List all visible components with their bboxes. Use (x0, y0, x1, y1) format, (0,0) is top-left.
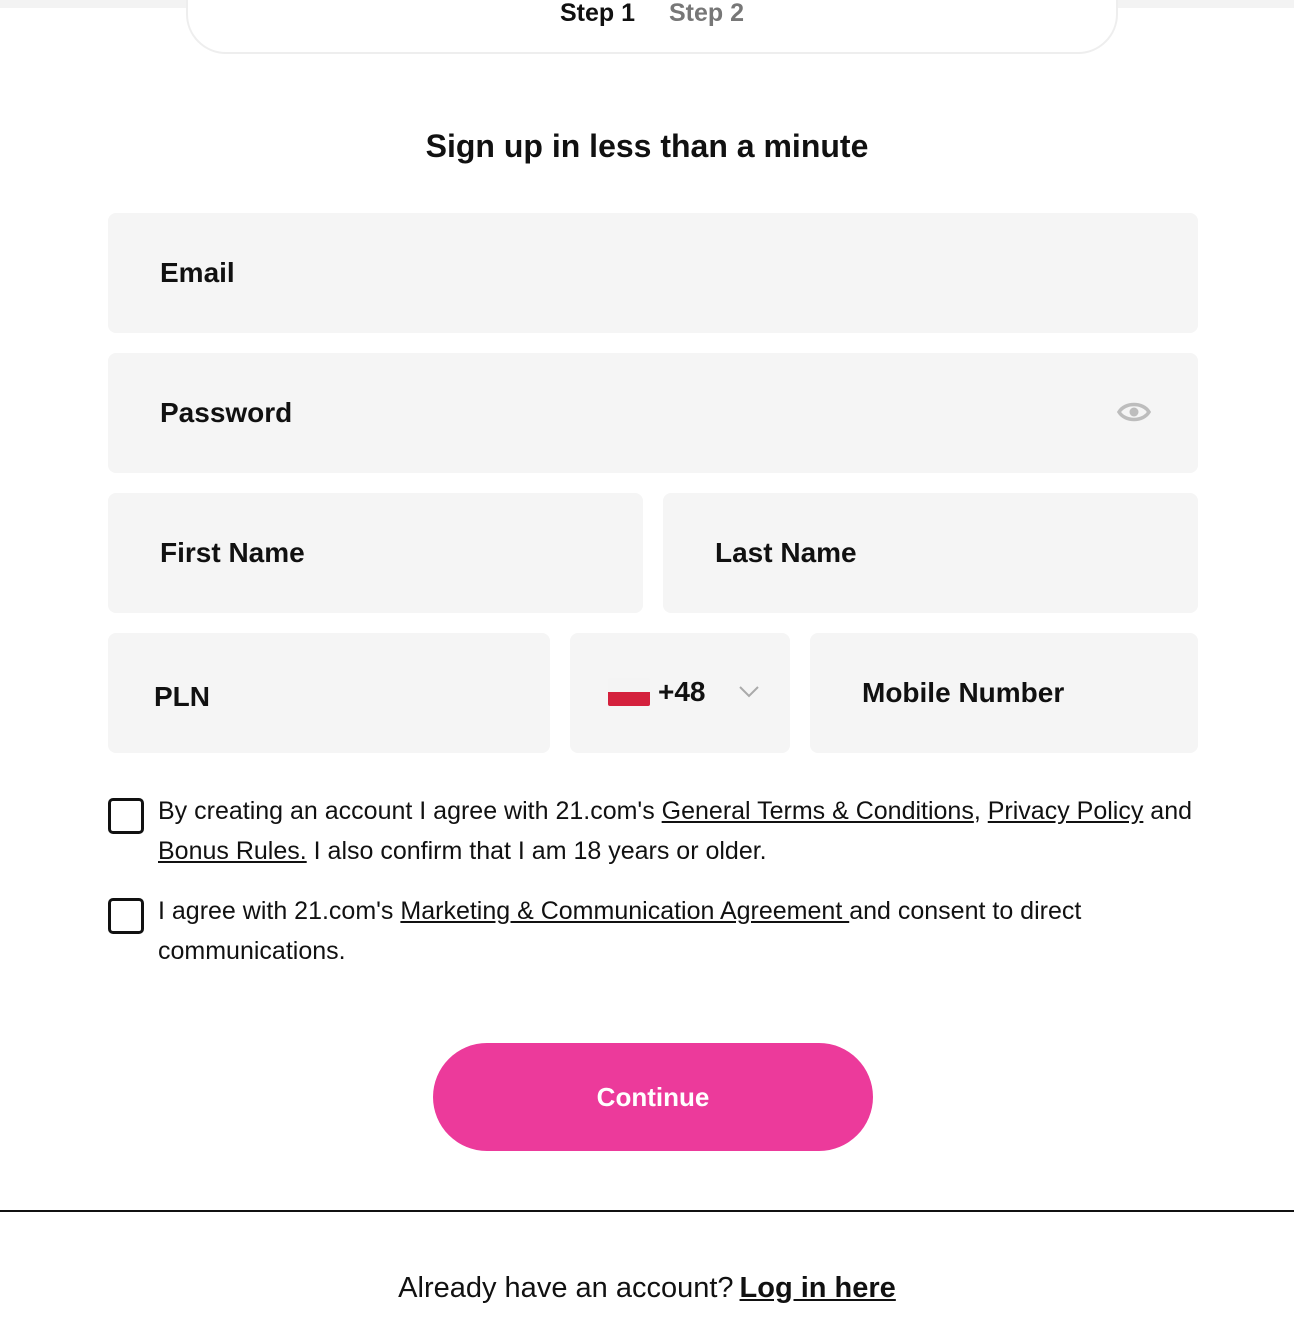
login-prompt: Already have an account? Log in here (0, 1272, 1294, 1305)
last-name-field-container (663, 493, 1198, 613)
page-title: Sign up in less than a minute (425, 128, 869, 164)
marketing-checkbox[interactable] (108, 898, 144, 934)
privacy-policy-link[interactable]: Privacy Policy (988, 797, 1144, 825)
currency-select[interactable]: PLN (108, 633, 550, 753)
poland-flag-icon (608, 678, 650, 706)
divider (0, 1210, 1294, 1212)
email-input[interactable] (108, 213, 1198, 333)
password-input[interactable] (108, 353, 1198, 473)
terms-checkbox[interactable] (108, 798, 144, 834)
country-code-select[interactable]: +48 (570, 633, 790, 753)
signup-page: Step 1 Step 2 Sign up in less than a min… (0, 0, 1294, 1344)
login-link[interactable]: Log in here (740, 1272, 896, 1304)
email-field-container (108, 213, 1198, 333)
marketing-consent-text: I agree with 21.com's Marketing & Commun… (158, 891, 1194, 971)
country-code-value: +48 (658, 676, 706, 707)
steps-indicator: Step 1 Step 2 (186, 0, 1118, 54)
terms-and: and (1143, 797, 1193, 825)
password-field-container (108, 353, 1198, 473)
first-name-field-container (108, 493, 643, 613)
bonus-rules-link[interactable]: Bonus Rules. (158, 837, 307, 865)
step-2-tab[interactable]: Step 2 (669, 0, 744, 28)
mobile-number-input[interactable] (810, 633, 1198, 753)
chevron-down-icon (738, 685, 760, 699)
marketing-consent-row: I agree with 21.com's Marketing & Commun… (108, 896, 1194, 971)
general-terms-link[interactable]: General Terms & Conditions (662, 797, 974, 825)
terms-suffix: I also confirm that I am 18 years or old… (306, 837, 767, 865)
terms-prefix: By creating an account I agree with 21.c… (158, 797, 662, 825)
terms-separator: , (973, 797, 988, 825)
terms-consent-text: By creating an account I agree with 21.c… (158, 791, 1194, 871)
marketing-agreement-link[interactable]: Marketing & Communication Agreement (400, 897, 849, 925)
eye-icon[interactable] (1116, 397, 1152, 427)
mobile-field-container (810, 633, 1198, 753)
country-code-inner: +48 (570, 676, 790, 708)
terms-consent-row: By creating an account I agree with 21.c… (108, 796, 1194, 871)
step-1-tab[interactable]: Step 1 (560, 0, 635, 28)
first-name-input[interactable] (108, 493, 643, 613)
marketing-prefix: I agree with 21.com's (158, 897, 401, 925)
continue-button[interactable]: Continue (433, 1043, 873, 1151)
last-name-input[interactable] (663, 493, 1198, 613)
currency-value: PLN (154, 681, 210, 712)
login-prompt-text: Already have an account? (398, 1272, 734, 1304)
